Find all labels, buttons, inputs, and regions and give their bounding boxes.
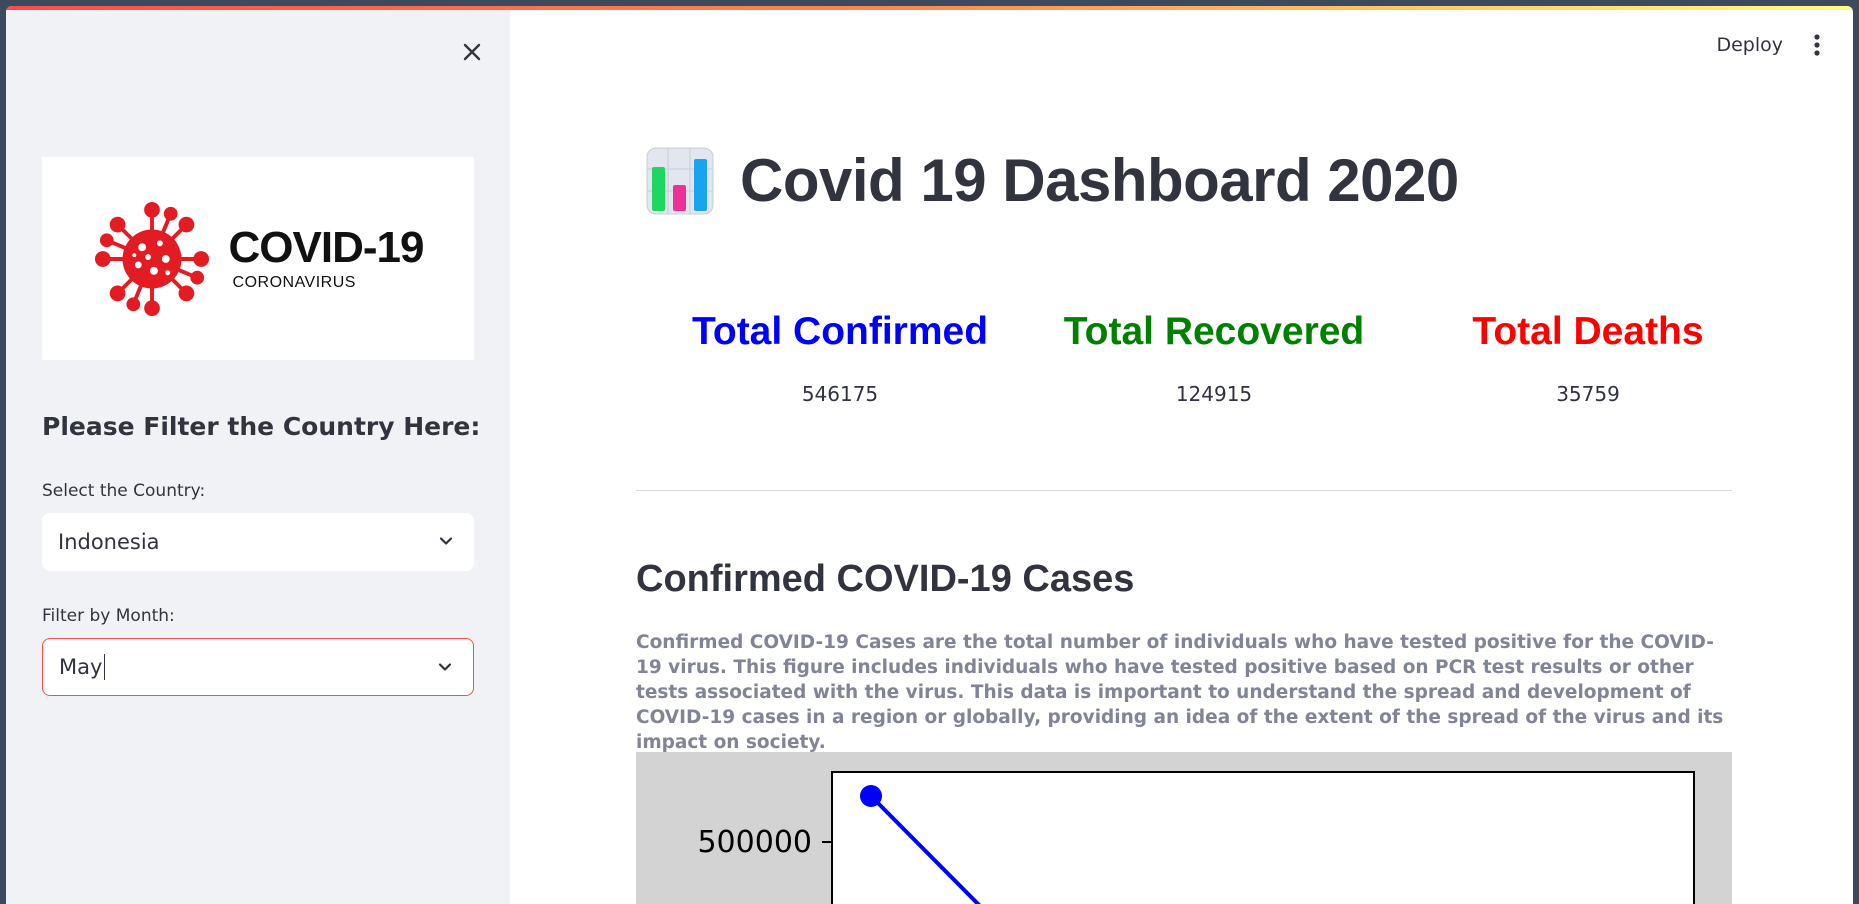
close-icon (463, 43, 481, 61)
metric-value: 35759 (1556, 382, 1620, 406)
metric-recovered: Total Recovered 124915 (1054, 310, 1374, 406)
month-select-value: May (59, 655, 103, 679)
month-label: Filter by Month: (42, 606, 175, 626)
text-cursor (104, 654, 106, 680)
main-content: Deploy Covid 19 Dashboard 2020 Total Con… (510, 10, 1853, 904)
bar-chart-icon (646, 147, 714, 214)
page-title: Covid 19 Dashboard 2020 (740, 147, 1459, 214)
section-title: Confirmed COVID-19 Cases (636, 558, 1135, 600)
country-label: Select the Country: (42, 481, 206, 501)
plot-area (831, 771, 1695, 904)
chevron-down-icon (439, 537, 453, 545)
section-description: Confirmed COVID-19 Cases are the total n… (636, 632, 1724, 753)
metric-value: 546175 (801, 382, 879, 406)
page-header: Covid 19 Dashboard 2020 (646, 146, 1459, 215)
country-select-value: Indonesia (58, 530, 160, 554)
more-vertical-icon (1814, 34, 1820, 56)
deploy-button[interactable]: Deploy (1716, 34, 1783, 56)
chart-svg: 500000 (697, 771, 1695, 904)
confirmed-cases-chart: 500000 (636, 752, 1732, 904)
divider (636, 490, 1732, 491)
logo-subtitle: CORONAVIRUS (232, 273, 356, 291)
y-tick-label: 500000 (697, 825, 812, 860)
covid-logo: COVID-19 CORONAVIRUS (42, 157, 474, 360)
main-menu-button[interactable] (1807, 32, 1827, 60)
country-select[interactable]: Indonesia (42, 513, 474, 571)
metric-label: Total Confirmed (691, 310, 989, 353)
logo-title: COVID-19 (228, 222, 425, 272)
sidebar: COVID-19 CORONAVIRUS Please Filter the C… (6, 10, 510, 904)
metric-value: 124915 (1175, 382, 1253, 406)
month-select[interactable]: May (42, 638, 474, 696)
filter-heading: Please Filter the Country Here: (42, 412, 481, 441)
metric-deaths: Total Deaths 35759 (1428, 310, 1748, 406)
app-window: COVID-19 CORONAVIRUS Please Filter the C… (6, 6, 1853, 904)
metric-label: Total Deaths (1472, 310, 1704, 353)
metric-confirmed: Total Confirmed 546175 (680, 310, 1000, 406)
metric-label: Total Recovered (1063, 310, 1365, 353)
virus-icon (94, 201, 209, 316)
data-point (860, 785, 882, 807)
close-sidebar-button[interactable] (458, 38, 486, 66)
chevron-down-icon (438, 663, 452, 671)
